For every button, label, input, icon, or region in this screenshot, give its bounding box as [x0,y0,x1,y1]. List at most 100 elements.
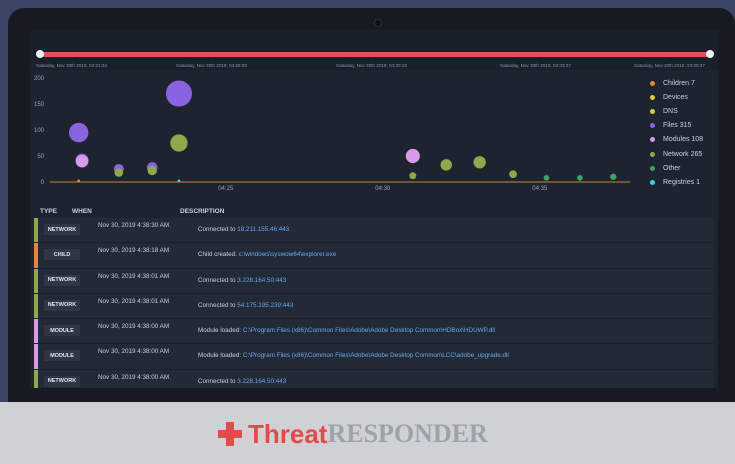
timeline-range-track[interactable] [38,52,710,57]
chart-bubble[interactable] [577,175,583,181]
event-description: Child created: c:\windows\syswow64\explo… [198,251,336,258]
event-description: Connected to 54.175.195.239:443 [198,302,293,309]
event-description: Connected to 18.211.155.46:443 [198,226,289,233]
event-type-color-strip [34,293,38,319]
event-description-prefix: Module loaded: [198,327,243,335]
legend-label: DNS [663,107,678,115]
legend-item[interactable]: Other [650,161,718,175]
legend-dot-icon [650,94,655,100]
webcam-icon [374,19,382,27]
event-type-color-strip [34,319,38,344]
legend-item[interactable]: Files 315 [650,119,718,133]
x-tick-label: 04:30 [375,186,391,190]
timeline-timestamp: Saturday, Nov 30th 2019, 04:33:27 [500,63,571,68]
event-target-link[interactable]: 3.228.164.50:443 [237,277,286,284]
table-row[interactable]: CHILD Nov 30, 2019 4:38:18 AM Child create… [34,243,714,269]
table-row[interactable]: NETWORK Nov 30, 2019 4:38:01 AM Connected … [34,293,714,320]
event-type-badge: NETWORK [44,375,80,387]
legend-item[interactable]: Modules 108 [650,133,718,147]
legend-dot-icon [650,80,655,86]
event-type-badge: CHILD [44,249,80,261]
legend-dot-icon [650,151,655,157]
event-description: Module loaded: C:\Program Files (x86)\Co… [198,352,509,359]
y-tick-label: 0 [41,180,45,186]
screen: Saturday, Nov 30th 2019, 04:21:33 Saturd… [30,30,718,388]
table-header: TYPE WHEN DESCRIPTION [34,206,718,218]
event-table: NETWORK Nov 30, 2019 4:38:30 AM Connected … [34,218,714,388]
event-time: Nov 30, 2019 4:38:00 AM [98,373,170,381]
laptop-frame: Saturday, Nov 30th 2019, 04:21:33 Saturd… [8,8,735,464]
y-tick-label: 100 [34,128,45,134]
legend-dot-icon [650,137,655,143]
table-row[interactable]: NETWORK Nov 30, 2019 4:38:00 AM Connected … [34,369,714,388]
event-time: Nov 30, 2019 4:38:00 AM [98,348,170,356]
chart-bubble[interactable] [77,179,81,183]
timeline-scrubber: Saturday, Nov 30th 2019, 04:21:33 Saturd… [30,30,718,70]
table-row[interactable]: NETWORK Nov 30, 2019 4:38:30 AM Connected … [34,218,714,244]
chart-bubble[interactable] [177,179,181,183]
event-description: Module loaded: C:\Program Files (x86)\Co… [198,327,495,334]
column-header-description[interactable]: DESCRIPTION [180,208,224,215]
chart-bubble[interactable] [509,170,517,179]
table-row[interactable]: MODULE Nov 30, 2019 4:38:00 AM Module load… [34,319,714,345]
timeline-end-handle[interactable] [706,50,714,58]
y-tick-label: 50 [37,154,44,160]
chart-bubble[interactable] [114,168,124,177]
chart-bubble[interactable] [170,134,188,152]
event-type-color-strip [34,243,38,268]
legend-item[interactable]: Registries 1 [650,175,718,189]
event-description-prefix: Connected to [198,276,238,284]
chart-bubble[interactable] [409,172,417,180]
chart-bubble[interactable] [68,122,89,143]
event-type-color-strip [34,344,38,369]
event-type-color-strip [34,369,38,388]
event-description-prefix: Child created: [198,251,239,259]
legend-dot-icon [650,123,655,129]
column-header-type[interactable]: TYPE [40,208,57,215]
event-description-prefix: Connected to [198,301,238,309]
event-type-badge: MODULE [44,350,80,362]
event-description-prefix: Module loaded: [198,352,243,360]
column-header-when[interactable]: WHEN [72,208,92,215]
legend-label: Children 7 [663,79,695,87]
chart-bubble[interactable] [75,154,89,168]
legend-dot-icon [650,179,655,185]
chart-bubble[interactable] [473,156,486,169]
timeline-timestamp: Saturday, Nov 30th 2019, 04:26:08 [176,63,247,68]
event-description: Connected to 3.228.164.50:443 [198,277,286,284]
event-target-link[interactable]: C:\Program Files (x86)\Common Files\Adob… [243,352,509,359]
event-target-link[interactable]: 18.211.155.46:443 [237,226,289,233]
chart-bubble[interactable] [405,148,420,164]
chart-bubble[interactable] [147,165,157,176]
chart-bubble[interactable] [165,80,192,107]
event-bubble-chart: 200 150 100 50 0 04:25 04:30 04:35 [34,76,630,190]
brand-name-threat: Threat [248,418,328,449]
legend-item[interactable]: DNS [650,104,718,118]
legend-item[interactable]: Children 7 [650,76,718,90]
table-row[interactable]: NETWORK Nov 30, 2019 4:38:01 AM Connected … [34,268,714,294]
event-target-link[interactable]: c:\windows\syswow64\explorer.exe [239,251,337,258]
event-target-link[interactable]: 54.175.195.239:443 [237,302,293,309]
legend-dot-icon [650,108,655,114]
table-row[interactable]: MODULE Nov 30, 2019 4:38:00 AM Module load… [34,344,714,370]
event-description-prefix: Connected to [198,226,238,233]
event-target-link[interactable]: 3.228.164.50:443 [237,378,286,385]
chart-bubble[interactable] [440,159,452,171]
timeline-start-handle[interactable] [36,50,44,58]
chart-bubble[interactable] [543,175,550,181]
event-description-prefix: Connected to [198,377,238,385]
event-time: Nov 30, 2019 4:38:01 AM [98,297,170,305]
legend-label: Files 315 [663,122,692,130]
event-target-link[interactable]: C:\Program Files (x86)\Common Files\Adob… [243,327,495,334]
y-tick-label: 150 [34,102,45,108]
event-type-badge: NETWORK [44,274,80,286]
plus-logo-icon [216,420,244,448]
x-tick-label: 04:25 [218,186,234,190]
chart-legend: Children 7 Devices DNS Files 315 Modules 108… [650,76,718,190]
y-tick-label: 200 [34,76,45,82]
legend-label: Modules 108 [663,136,704,144]
legend-item[interactable]: Devices [650,90,718,104]
event-type-badge: NETWORK [44,299,80,311]
chart-bubble[interactable] [610,173,617,180]
legend-item[interactable]: Network 265 [650,147,718,161]
